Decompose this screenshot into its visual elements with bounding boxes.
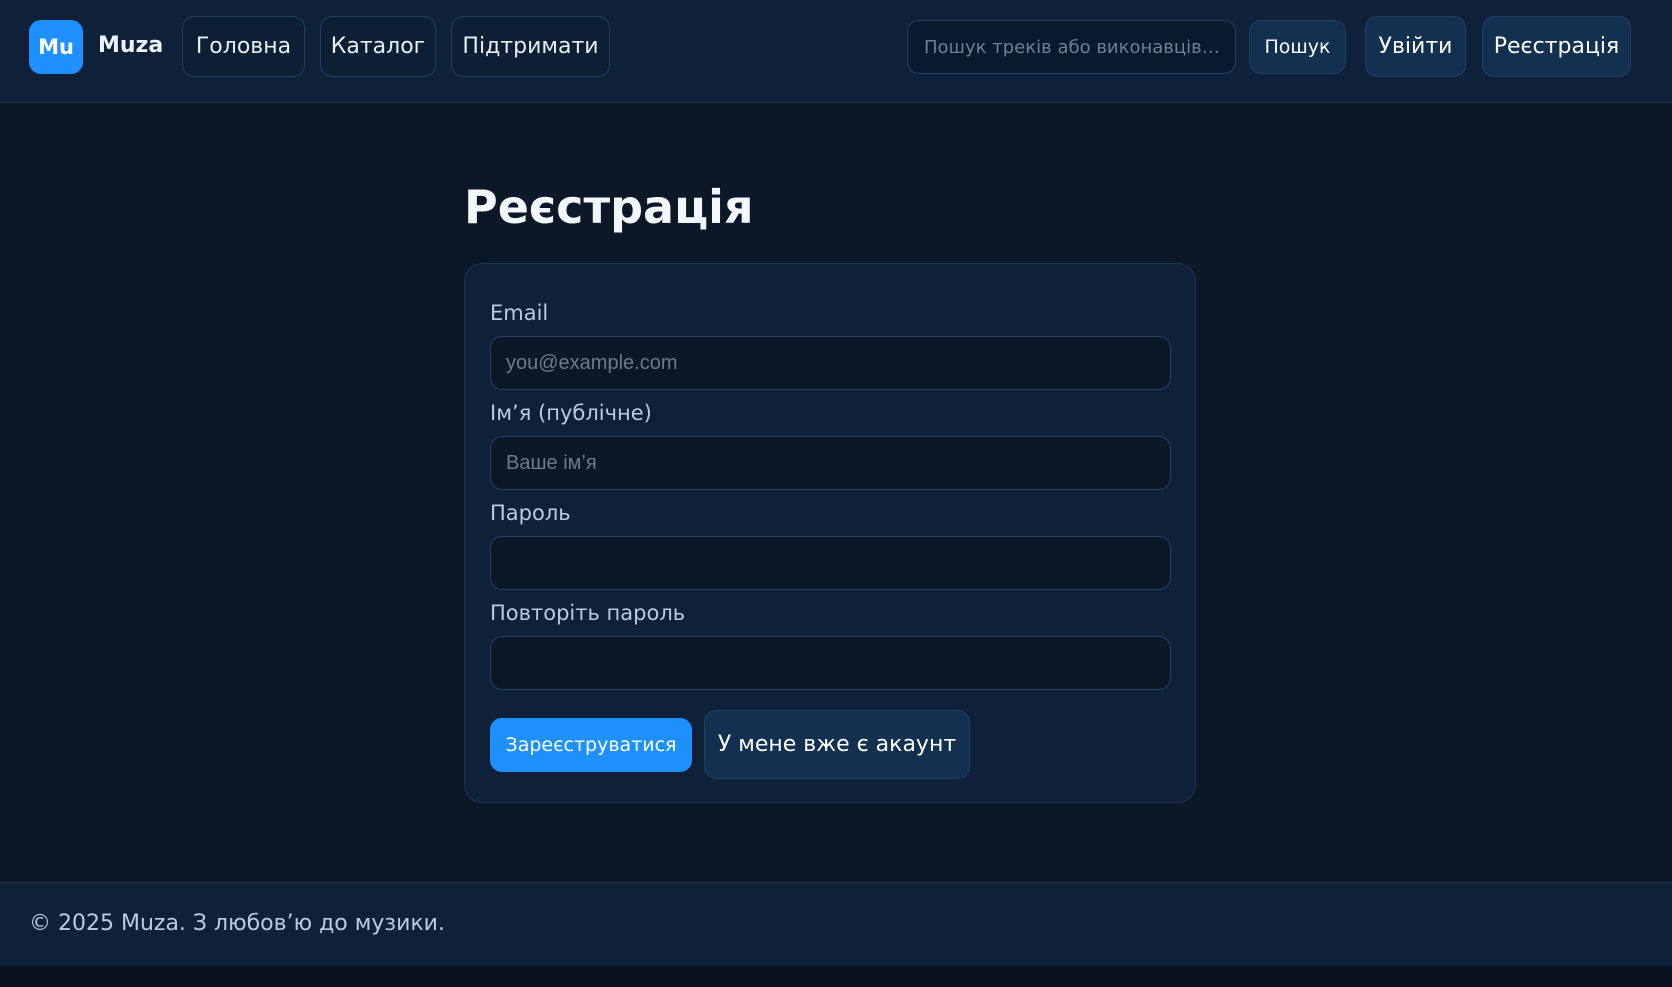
password-field[interactable] [490, 536, 1171, 590]
footer-copyright: © 2025 Muza. З любов’ю до музики. [29, 911, 445, 936]
have-account-button[interactable]: У мене вже є акаунт [704, 710, 970, 779]
register-submit-button[interactable]: Зареєструватися [490, 718, 692, 772]
search-button[interactable]: Пошук [1249, 20, 1346, 74]
nav-catalog-button[interactable]: Каталог [320, 16, 436, 77]
email-label: Email [490, 301, 549, 325]
nav-support-button[interactable]: Підтримати [451, 16, 610, 77]
name-field[interactable] [490, 436, 1171, 490]
password-label: Пароль [490, 501, 571, 525]
registration-form: Email Ім’я (публічне) Пароль Повторіть п… [464, 263, 1196, 803]
email-field[interactable] [490, 336, 1171, 390]
brand-name[interactable]: Muza [98, 33, 163, 58]
logo-icon[interactable]: Mu [29, 20, 83, 74]
login-button[interactable]: Увійти [1365, 16, 1466, 77]
name-label: Ім’я (публічне) [490, 401, 652, 425]
bottom-strip [0, 966, 1672, 987]
page-title: Реєстрація [464, 180, 754, 234]
footer: © 2025 Muza. З любов’ю до музики. [0, 882, 1672, 966]
nav-home-button[interactable]: Головна [182, 16, 305, 77]
password-repeat-field[interactable] [490, 636, 1171, 690]
search-input[interactable] [907, 20, 1236, 74]
top-header: Mu Muza Головна Каталог Підтримати Пошук… [0, 0, 1672, 103]
password-repeat-label: Повторіть пароль [490, 601, 686, 625]
register-nav-button[interactable]: Реєстрація [1482, 16, 1631, 77]
